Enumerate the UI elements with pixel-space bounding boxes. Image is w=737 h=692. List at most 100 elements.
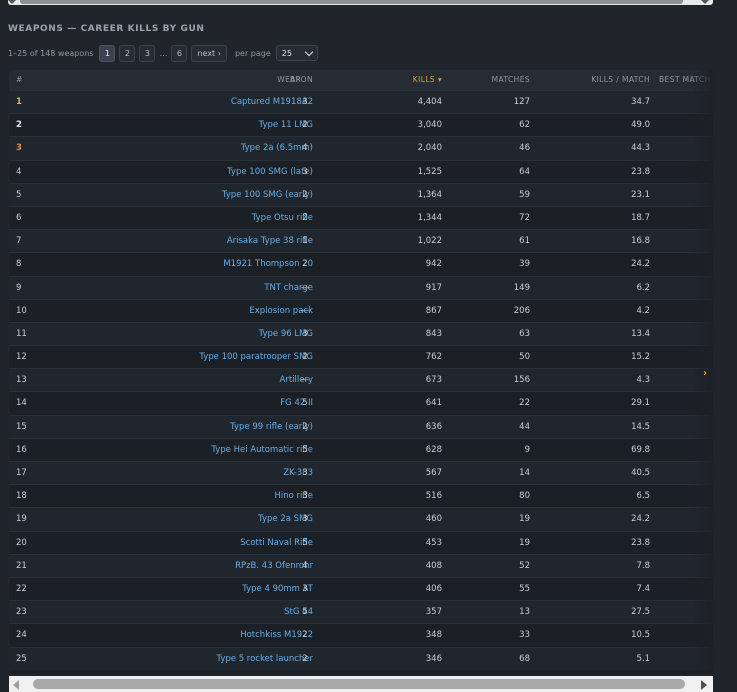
cell-rank: 5 (16, 189, 22, 200)
cell-rank: 25 (16, 653, 27, 664)
cell-br: 2 (302, 212, 308, 223)
column-header-kills[interactable]: KILLS ▾ (413, 70, 442, 90)
table-header: # WEAPON BR KILLS ▾ MATCHES KILLS / MATC… (9, 70, 713, 90)
table-row[interactable]: 21RPzB. 43 Ofenrohr4408527.82 (9, 553, 713, 577)
scroll-left-arrow-icon[interactable] (8, 0, 16, 4)
table-row[interactable]: 7Arisaka Type 38 rifle11,0226116.811 (9, 229, 713, 253)
table-row[interactable]: 18Hino rifle3516806.53 (9, 484, 713, 508)
table-row[interactable]: 2Type 11 LMG23,0406249.018 (9, 113, 713, 137)
table-row[interactable]: 9TNT charge—9171496.22 (9, 275, 713, 299)
cell-kills-per-match: 24.2 (631, 514, 650, 525)
table-row[interactable]: 16Type Hei Automatic rifle5628969.815 (9, 437, 713, 461)
cell-kills-per-match: 27.5 (631, 607, 650, 618)
column-header-kills-per-match[interactable]: KILLS / MATCH (591, 70, 650, 90)
table-row[interactable]: 8M1921 Thompson 2029423924.28 (9, 252, 713, 276)
cell-matches: 59 (519, 189, 530, 200)
table-row[interactable]: 24Hotchkiss M192223483310.57 (9, 623, 713, 647)
scroll-right-arrow-icon[interactable] (701, 0, 709, 4)
cell-rank: 6 (16, 212, 22, 223)
cell-matches: 156 (513, 375, 530, 386)
cell-rank: 10 (16, 305, 27, 316)
cell-br: 1 (302, 236, 308, 247)
cell-rank: 15 (16, 421, 27, 432)
table-row[interactable]: 3Type 2a (6.5mm)42,0404644.312 (9, 136, 713, 160)
table-row[interactable]: 22Type 4 90mm AT3406557.43 (9, 576, 713, 601)
cell-kills-per-match: 4.3 (636, 375, 650, 386)
scroll-right-arrow-icon[interactable] (701, 680, 707, 690)
next-page-button[interactable]: next › (191, 44, 227, 62)
cell-br: 2 (302, 352, 308, 363)
cell-kills-per-match: 15.2 (631, 352, 650, 363)
scrollbar-thumb[interactable] (20, 0, 683, 4)
cell-kills-per-match: 23.8 (631, 166, 650, 177)
table-row[interactable]: 1Captured M1918A234,40412734.79 (9, 90, 713, 114)
table-row[interactable]: 14FG 42 II56412229.17 (9, 391, 713, 415)
cell-kills-per-match: 29.1 (631, 398, 650, 409)
cell-rank: 17 (16, 468, 27, 478)
table-row[interactable]: 13Artillery—6731564.32 (9, 368, 713, 392)
table-row[interactable]: 25Type 5 rocket launcher2346685.12 (9, 646, 713, 670)
table-row[interactable]: 19Type 2a SMG34601924.27 (9, 507, 713, 531)
cell-rank: 12 (16, 352, 27, 363)
cell-kills: 867 (425, 305, 442, 316)
cell-kills: 942 (425, 259, 442, 270)
cell-br: 3 (302, 583, 308, 594)
table-row[interactable]: 12Type 100 paratrooper SMG27625015.24 (9, 345, 713, 369)
top-horizontal-scrollbar[interactable] (0, 0, 713, 6)
cell-rank: 8 (16, 259, 22, 270)
scroll-left-arrow-icon[interactable] (13, 680, 19, 690)
page-button-2[interactable]: 2 (119, 44, 136, 62)
scrollbar-thumb[interactable] (33, 679, 685, 689)
table-row[interactable]: 10Explosion pack—8672064.22 (9, 298, 713, 322)
cell-rank: 24 (16, 630, 27, 641)
scroll-right-hint-icon[interactable]: › (703, 368, 707, 379)
cell-kills: 460 (425, 514, 442, 525)
column-header-matches[interactable]: MATCHES (492, 70, 530, 90)
weapons-table: # WEAPON BR KILLS ▾ MATCHES KILLS / MATC… (9, 70, 713, 674)
cell-br: 3 (302, 491, 308, 502)
cell-matches: 14 (519, 468, 530, 478)
cell-matches: 44 (519, 421, 530, 432)
cell-rank: 2 (16, 120, 22, 131)
cell-kills-per-match: 6.2 (636, 282, 650, 293)
cell-kills: 346 (425, 653, 442, 664)
cell-br: 4 (302, 143, 308, 154)
cell-matches: 19 (519, 537, 530, 548)
cell-kills-per-match: 14.5 (631, 421, 650, 432)
cell-matches: 206 (513, 305, 530, 316)
cell-kills: 3,040 (417, 120, 442, 131)
cell-kills: 2,040 (417, 143, 442, 154)
page-button-3[interactable]: 3 (139, 44, 156, 62)
cell-kills: 348 (425, 630, 442, 641)
table-row[interactable]: 6Type Otsu rifle21,3447218.715 (9, 205, 713, 230)
cell-kills-per-match: 13.4 (631, 328, 650, 339)
cell-kills: 453 (425, 537, 442, 548)
cell-br: — (300, 282, 310, 293)
cell-br: 3 (302, 328, 308, 339)
cell-kills-per-match: 23.1 (631, 189, 650, 200)
cell-rank: 18 (16, 491, 27, 502)
page-button-1[interactable]: 1 (99, 44, 116, 62)
table-row[interactable]: 11Type 96 LMG38436313.44 (9, 321, 713, 346)
table-row[interactable]: 17ZK-38335671440.57 (9, 461, 713, 485)
overflow-fade (691, 70, 713, 674)
table-row[interactable]: 20Scotti Naval Rifle54531923.87 (9, 530, 713, 554)
page-button-last[interactable]: 6 (171, 44, 188, 62)
table-row[interactable]: 5Type 100 SMG (early)21,3645923.112 (9, 182, 713, 206)
table-row[interactable]: 4Type 100 SMG (late)31,5256423.88 (9, 159, 713, 183)
cell-kills-per-match: 6.5 (636, 491, 650, 502)
column-header-br[interactable]: BR (290, 70, 301, 90)
result-count: 1–25 of 148 weapons (8, 48, 94, 58)
table-row[interactable]: 15Type 99 rifle (early)26364414.54 (9, 414, 713, 438)
bottom-horizontal-scrollbar[interactable] (9, 676, 713, 692)
cell-kills-per-match: 7.8 (636, 560, 650, 571)
cell-br: 5 (302, 444, 308, 455)
cell-br: 3 (302, 166, 308, 177)
cell-rank: 4 (16, 166, 22, 177)
cell-kills: 636 (425, 421, 442, 432)
cell-matches: 72 (519, 212, 530, 223)
per-page-select[interactable]: 25 (275, 45, 318, 61)
table-row[interactable]: 23StG 4453571327.57 (9, 600, 713, 624)
cell-br: 5 (302, 607, 308, 618)
page-gutter (713, 0, 737, 692)
